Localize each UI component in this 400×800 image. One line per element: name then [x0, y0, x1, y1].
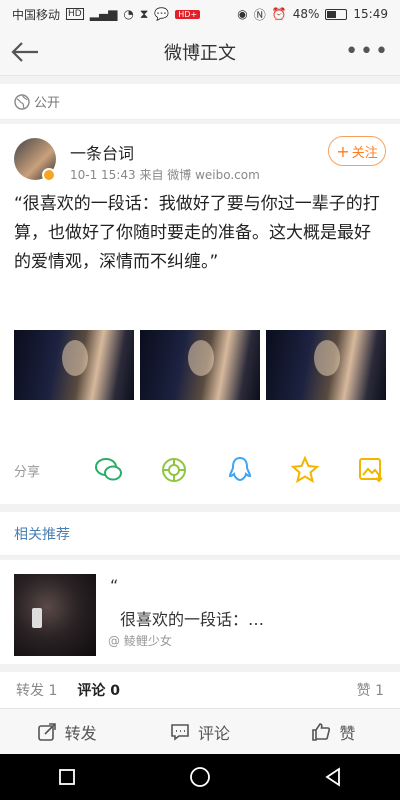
visibility-bar: 公开 [0, 84, 400, 120]
post-card: 一条台词 10-1 15:43 来自 微博 weibo.com + 关注 “很喜… [0, 124, 400, 504]
eye-icon: ◉ [237, 7, 248, 21]
recents-button[interactable] [52, 762, 82, 792]
repost-button[interactable]: 转发 [0, 709, 133, 754]
back-arrow-icon [11, 42, 38, 62]
visibility-label: 公开 [34, 96, 61, 111]
battery-fill [327, 10, 337, 18]
share-row: 分享 [14, 450, 386, 490]
triangle-back-icon [325, 767, 341, 787]
more-menu-button[interactable]: ••• [345, 38, 390, 66]
battery-percent: 48% [292, 7, 320, 21]
carrier-label: 中国移动 [12, 7, 61, 22]
system-nav-bar [0, 754, 400, 800]
image-download-icon [358, 458, 383, 483]
comment-label: 评论 [197, 723, 230, 743]
repost-icon [37, 722, 56, 741]
globe-icon [14, 93, 30, 110]
verified-badge-icon [42, 168, 56, 182]
qzone-share-button[interactable] [290, 455, 320, 485]
circle-icon [190, 767, 210, 787]
related-item[interactable]: “ 很喜欢的一段话：… @ 鲮鲤少女 [0, 560, 400, 664]
wechat-icon [94, 458, 122, 481]
post-images [14, 330, 386, 400]
interaction-counts: 转发 1 评论 0 赞 1 [0, 672, 400, 708]
related-heading: 相关推荐 [0, 512, 400, 556]
follow-label: 关注 [351, 145, 378, 161]
post-image[interactable] [266, 330, 386, 400]
thumbs-up-icon [312, 722, 331, 741]
action-bar: 转发 评论 赞 [0, 708, 400, 754]
system-back-button[interactable] [318, 762, 348, 792]
nfc-icon: Ⓝ [253, 7, 266, 22]
clock: 15:49 [353, 7, 388, 21]
follow-button[interactable]: + 关注 [328, 136, 386, 166]
status-bar: 中国移动 HD ▂▄▆ ◔ ⧗ 💬 HD+ ◉ Ⓝ ⏰ 48% 15:49 [0, 0, 400, 28]
home-button[interactable] [185, 762, 215, 792]
qq-penguin-icon [228, 456, 251, 482]
hd-indicator: HD [66, 8, 84, 20]
comment-icon [171, 723, 189, 741]
moments-icon [162, 458, 187, 482]
repost-count-tab[interactable]: 转发 1 [16, 680, 57, 700]
wifi-icon: ◔ [123, 7, 134, 21]
nav-bar: 微博正文 ••• [0, 28, 400, 76]
related-title: 很喜欢的一段话：… [120, 610, 265, 629]
related-thumbnail [14, 574, 96, 656]
plus-icon: + [336, 141, 350, 161]
moments-share-button[interactable] [159, 455, 189, 485]
repost-label: 转发 [64, 723, 97, 743]
qq-share-button[interactable] [225, 455, 255, 485]
wechat-share-button[interactable] [94, 455, 124, 485]
chat-icon: 💬 [154, 7, 170, 21]
post-image[interactable] [14, 330, 134, 400]
comment-count-tab[interactable]: 评论 0 [77, 680, 120, 700]
comment-button[interactable]: 评论 [133, 709, 266, 754]
like-count-tab[interactable]: 赞 1 [357, 680, 384, 700]
like-button[interactable]: 赞 [267, 709, 400, 754]
post-meta: 10-1 15:43 来自 微博 weibo.com [70, 168, 260, 182]
page-title: 微博正文 [164, 42, 236, 64]
post-text: “很喜欢的一段话：我做好了要与你过一辈子的打算，也做好了你随时要走的准备。这大概… [14, 194, 380, 272]
related-quote-mark: “ [110, 576, 119, 595]
hourglass-icon: ⧗ [139, 6, 149, 21]
share-label: 分享 [14, 464, 41, 480]
battery-icon [325, 8, 348, 20]
alarm-icon: ⏰ [271, 7, 287, 21]
related-author: @ 鲮鲤少女 [108, 634, 172, 648]
back-button[interactable] [10, 40, 40, 64]
save-image-button[interactable] [356, 455, 386, 485]
like-label: 赞 [339, 723, 356, 743]
post-username[interactable]: 一条台词 [70, 140, 134, 164]
post-image[interactable] [140, 330, 260, 400]
signal-icon: ▂▄▆ [89, 7, 118, 21]
net-badge: HD+ [175, 9, 201, 19]
square-icon [58, 769, 75, 785]
qzone-star-icon [291, 456, 320, 484]
